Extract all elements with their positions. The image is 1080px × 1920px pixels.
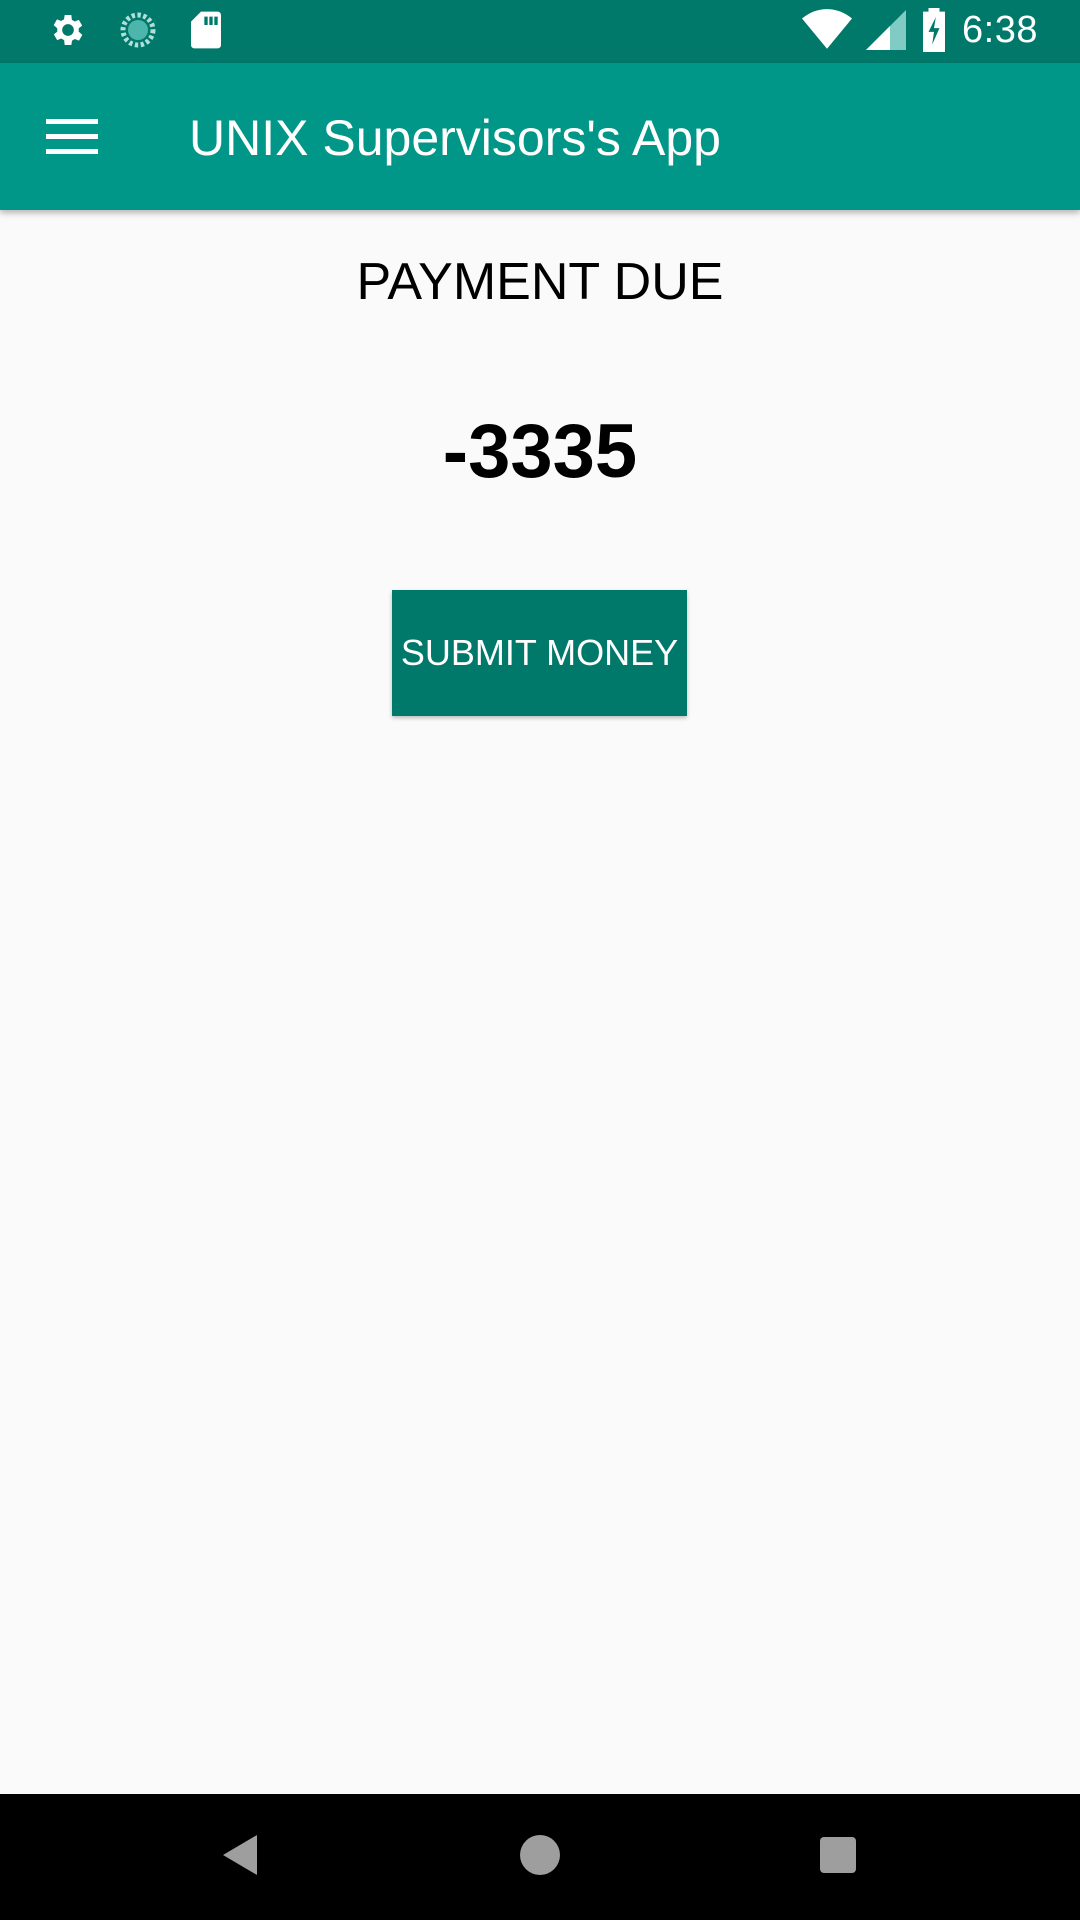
payment-due-label: PAYMENT DUE	[356, 253, 724, 311]
sd-card-icon	[188, 10, 224, 50]
sync-icon	[118, 10, 158, 50]
status-bar: 6:38	[0, 0, 1080, 63]
navigation-bar	[0, 1794, 1080, 1920]
settings-icon	[48, 10, 88, 50]
app-bar: UNIX Supervisors's App	[0, 63, 1080, 210]
hamburger-menu-icon	[46, 117, 98, 162]
menu-button[interactable]	[36, 103, 108, 175]
status-icons-left	[48, 10, 224, 50]
back-button[interactable]	[208, 1824, 274, 1890]
screen: 6:38 UNIX Supervisors's App PAYMENT DUE …	[0, 0, 1080, 1920]
wifi-icon	[802, 8, 853, 52]
home-icon	[520, 1834, 560, 1880]
status-time: 6:38	[962, 8, 1038, 51]
submit-money-button[interactable]: SUBMIT MONEY	[392, 590, 687, 716]
recents-icon	[820, 1836, 856, 1878]
payment-amount: -3335	[442, 409, 638, 494]
status-icons-right: 6:38	[802, 8, 1038, 52]
cell-signal-icon	[866, 10, 907, 50]
battery-charging-icon	[920, 8, 948, 52]
recents-button[interactable]	[805, 1824, 871, 1890]
back-icon	[221, 1833, 261, 1882]
app-title: UNIX Supervisors's App	[189, 110, 721, 166]
home-button[interactable]	[507, 1824, 573, 1890]
